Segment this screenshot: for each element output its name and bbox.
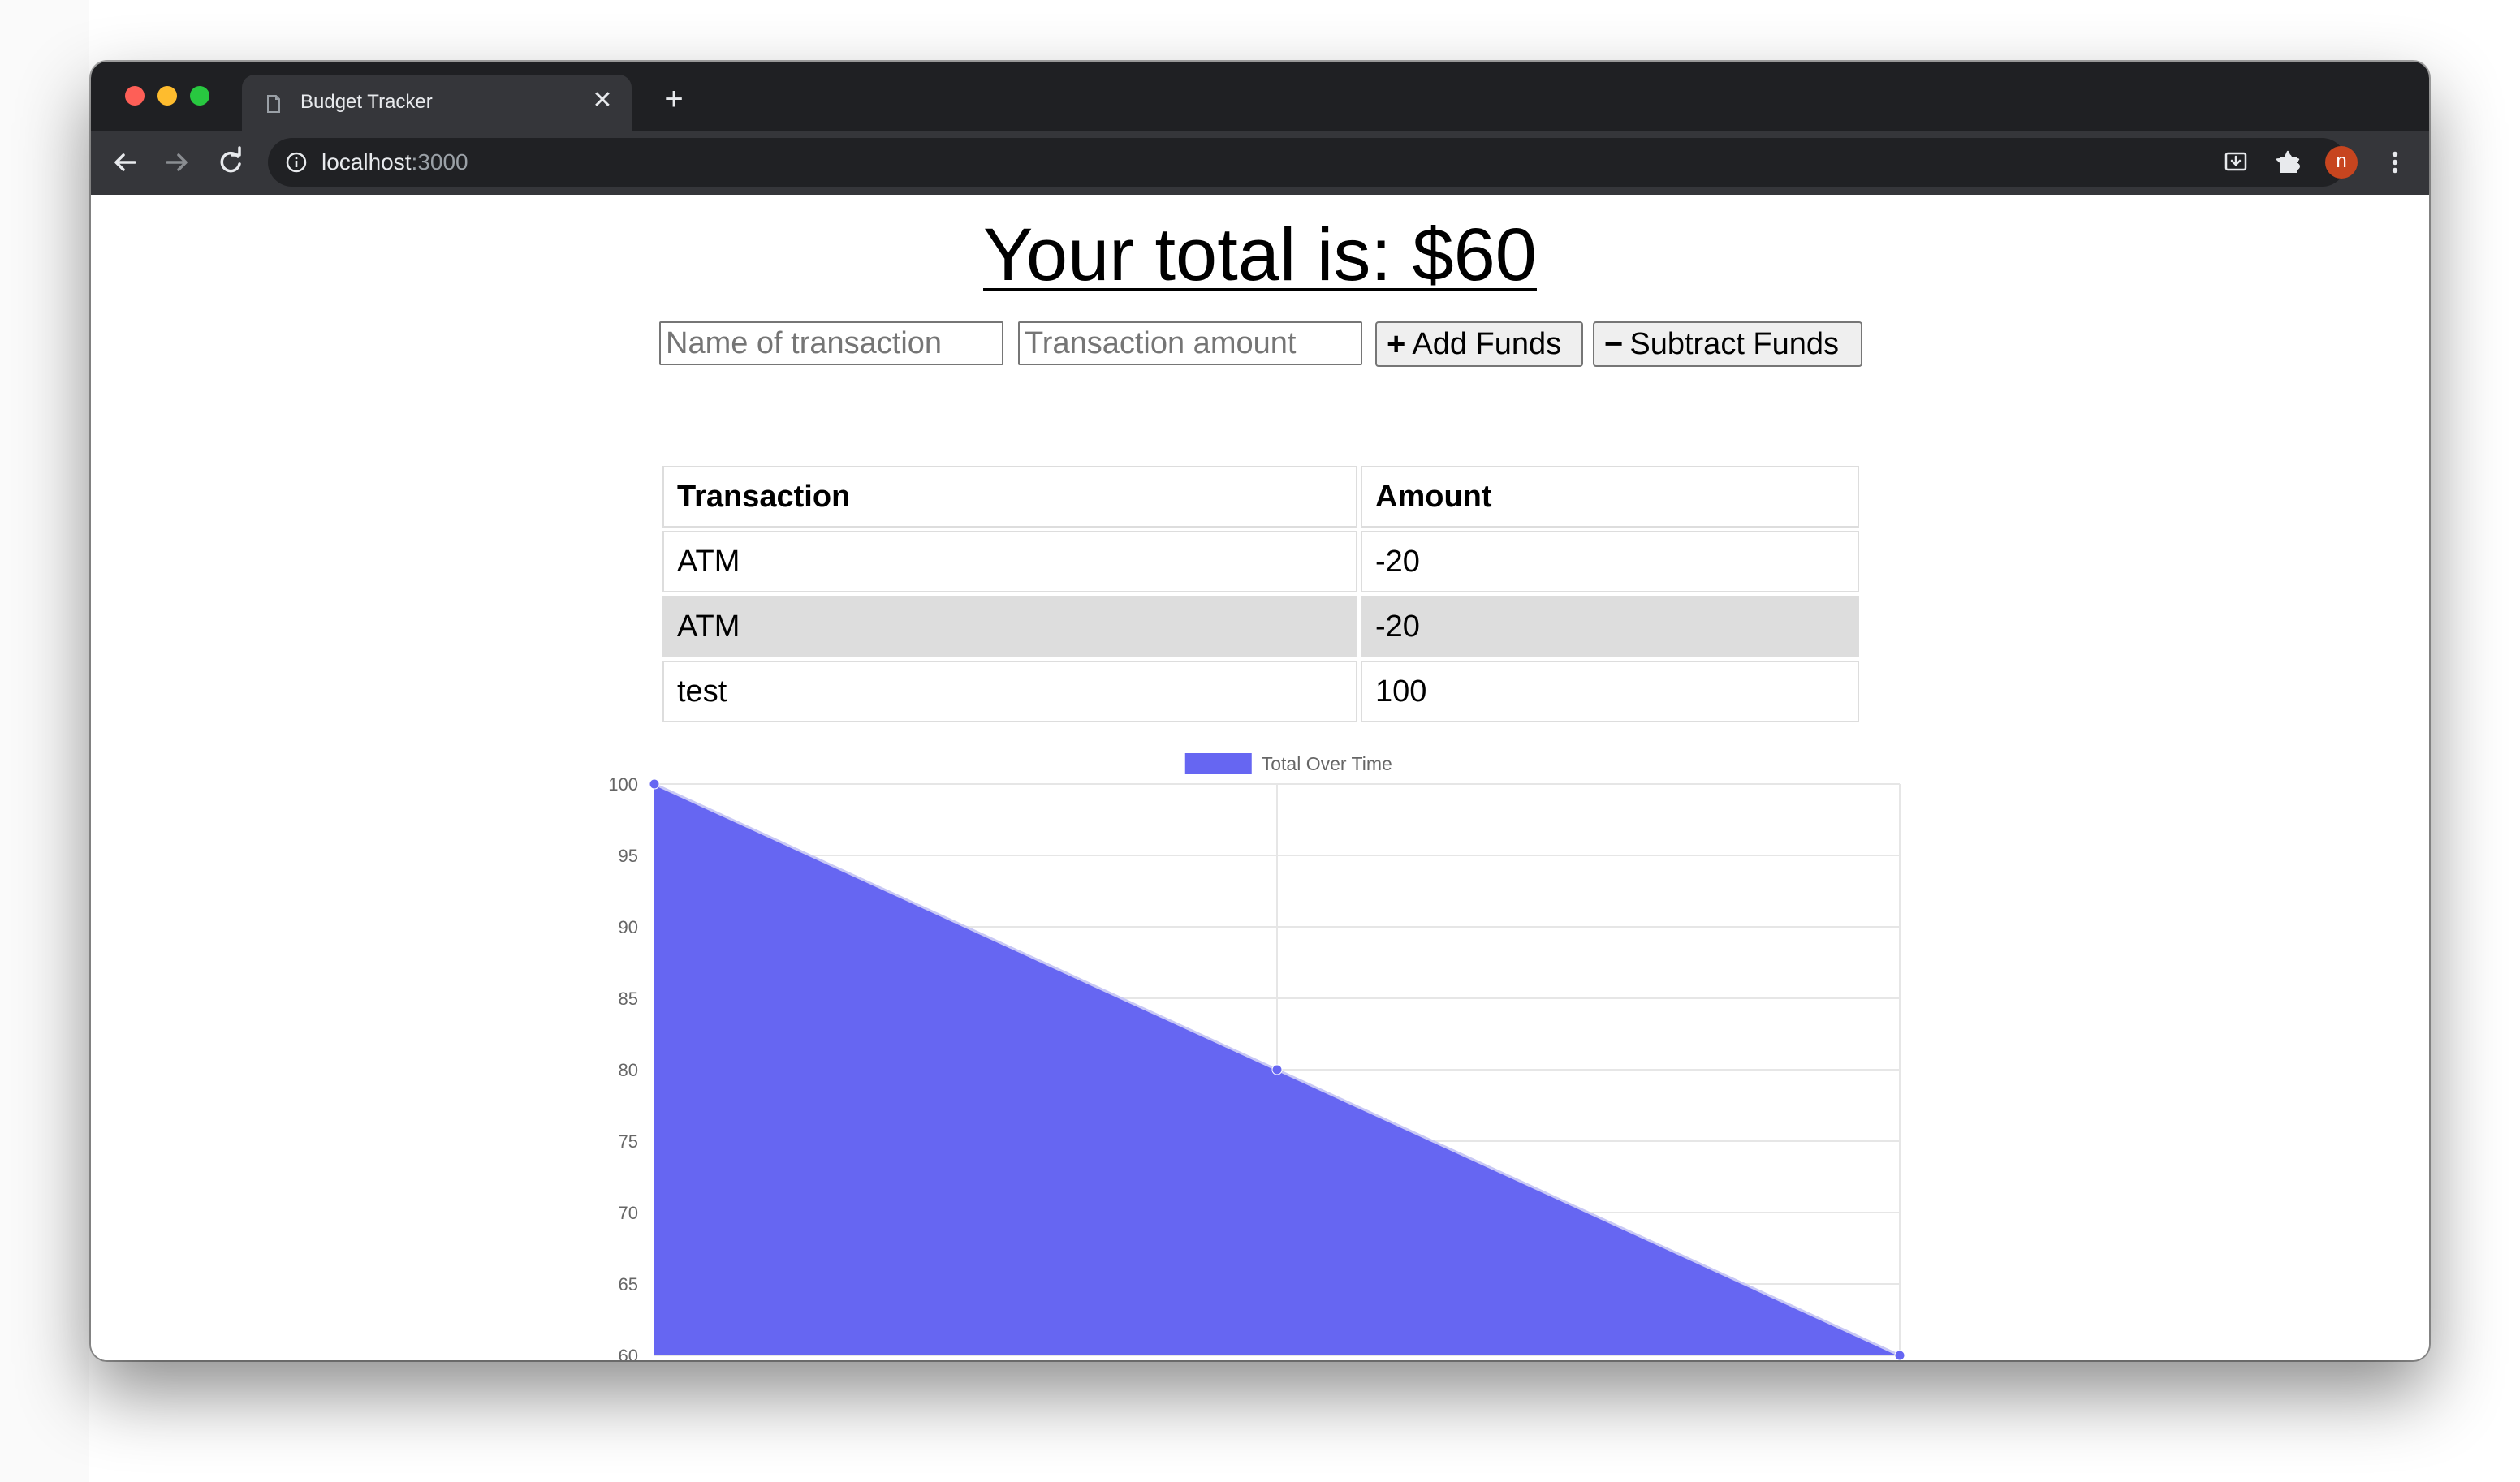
y-tick-label: 65 — [619, 1274, 638, 1295]
transaction-amount-input[interactable] — [1018, 321, 1362, 365]
header-amount: Amount — [1361, 466, 1859, 528]
y-tick-label: 75 — [619, 1131, 638, 1152]
total-heading: Your total is: $60 — [983, 213, 1537, 296]
y-tick-label: 70 — [619, 1203, 638, 1223]
desktop-background — [0, 0, 89, 1482]
extensions-puzzle-icon[interactable] — [2275, 148, 2304, 177]
legend-swatch — [1184, 753, 1252, 774]
url-text: localhost:3000 — [321, 149, 468, 175]
transactions-table: Transaction Amount ATM -20 ATM -20 test … — [659, 463, 1862, 726]
table-header-row: Transaction Amount — [662, 466, 1859, 528]
more-menu-icon[interactable] — [2385, 148, 2405, 177]
table-row: test 100 — [662, 661, 1859, 722]
close-tab-icon[interactable]: ✕ — [591, 88, 614, 113]
y-tick-label: 85 — [619, 989, 638, 1009]
forward-arrow-icon[interactable] — [159, 144, 195, 180]
tab-strip: Budget Tracker ✕ + — [91, 62, 2429, 131]
maximize-window-button[interactable] — [190, 86, 209, 106]
install-app-icon[interactable] — [2223, 149, 2249, 175]
data-point — [1894, 1350, 1905, 1360]
transaction-amount-cell: -20 — [1361, 531, 1859, 592]
y-tick-label: 90 — [619, 917, 638, 937]
table-row: ATM -20 — [662, 596, 1859, 657]
page-content: Your total is: $60 + Add Funds − Subtrac… — [91, 195, 2429, 1360]
total-over-time-chart: 10095908580757065602/15/20212/19/20212/1… — [91, 747, 2429, 1360]
data-point — [1271, 1064, 1283, 1075]
close-window-button[interactable] — [125, 86, 145, 106]
subtract-funds-button[interactable]: − Subtract Funds — [1593, 321, 1862, 367]
back-arrow-icon[interactable] — [107, 144, 143, 180]
page-icon — [265, 94, 283, 114]
site-info-icon[interactable] — [286, 152, 307, 173]
table-row: ATM -20 — [662, 531, 1859, 592]
chart-canvas: 10095908580757065602/15/20212/19/20212/1… — [608, 753, 1905, 1360]
data-point — [649, 778, 660, 790]
new-tab-button[interactable]: + — [658, 83, 690, 117]
tab-title: Budget Tracker — [300, 91, 433, 113]
y-tick-label: 60 — [619, 1346, 638, 1360]
tab-budget-tracker[interactable]: Budget Tracker ✕ — [242, 75, 632, 131]
browser-toolbar: localhost:3000 n — [91, 131, 2429, 195]
legend-label: Total Over Time — [1262, 753, 1392, 774]
plus-icon: + — [1387, 325, 1406, 362]
minus-icon: − — [1604, 325, 1624, 362]
address-bar[interactable]: localhost:3000 — [268, 138, 2346, 187]
transaction-name-cell: ATM — [662, 596, 1357, 657]
y-tick-label: 100 — [608, 774, 638, 795]
transaction-amount-cell: 100 — [1361, 661, 1859, 722]
browser-window: Budget Tracker ✕ + localhost:3000 n Your… — [91, 62, 2429, 1360]
y-tick-label: 95 — [619, 846, 638, 866]
y-tick-label: 80 — [619, 1060, 638, 1080]
transaction-name-cell: test — [662, 661, 1357, 722]
url-host: localhost — [321, 149, 412, 174]
profile-avatar[interactable]: n — [2325, 146, 2358, 179]
add-funds-label: Add Funds — [1412, 326, 1562, 361]
url-port: :3000 — [411, 149, 468, 174]
minimize-window-button[interactable] — [158, 86, 177, 106]
header-transaction: Transaction — [662, 466, 1357, 528]
transaction-name-cell: ATM — [662, 531, 1357, 592]
transaction-amount-cell: -20 — [1361, 596, 1859, 657]
subtract-funds-label: Subtract Funds — [1629, 326, 1840, 361]
reload-icon[interactable] — [213, 144, 248, 180]
add-funds-button[interactable]: + Add Funds — [1375, 321, 1583, 367]
transaction-name-input[interactable] — [659, 321, 1003, 365]
